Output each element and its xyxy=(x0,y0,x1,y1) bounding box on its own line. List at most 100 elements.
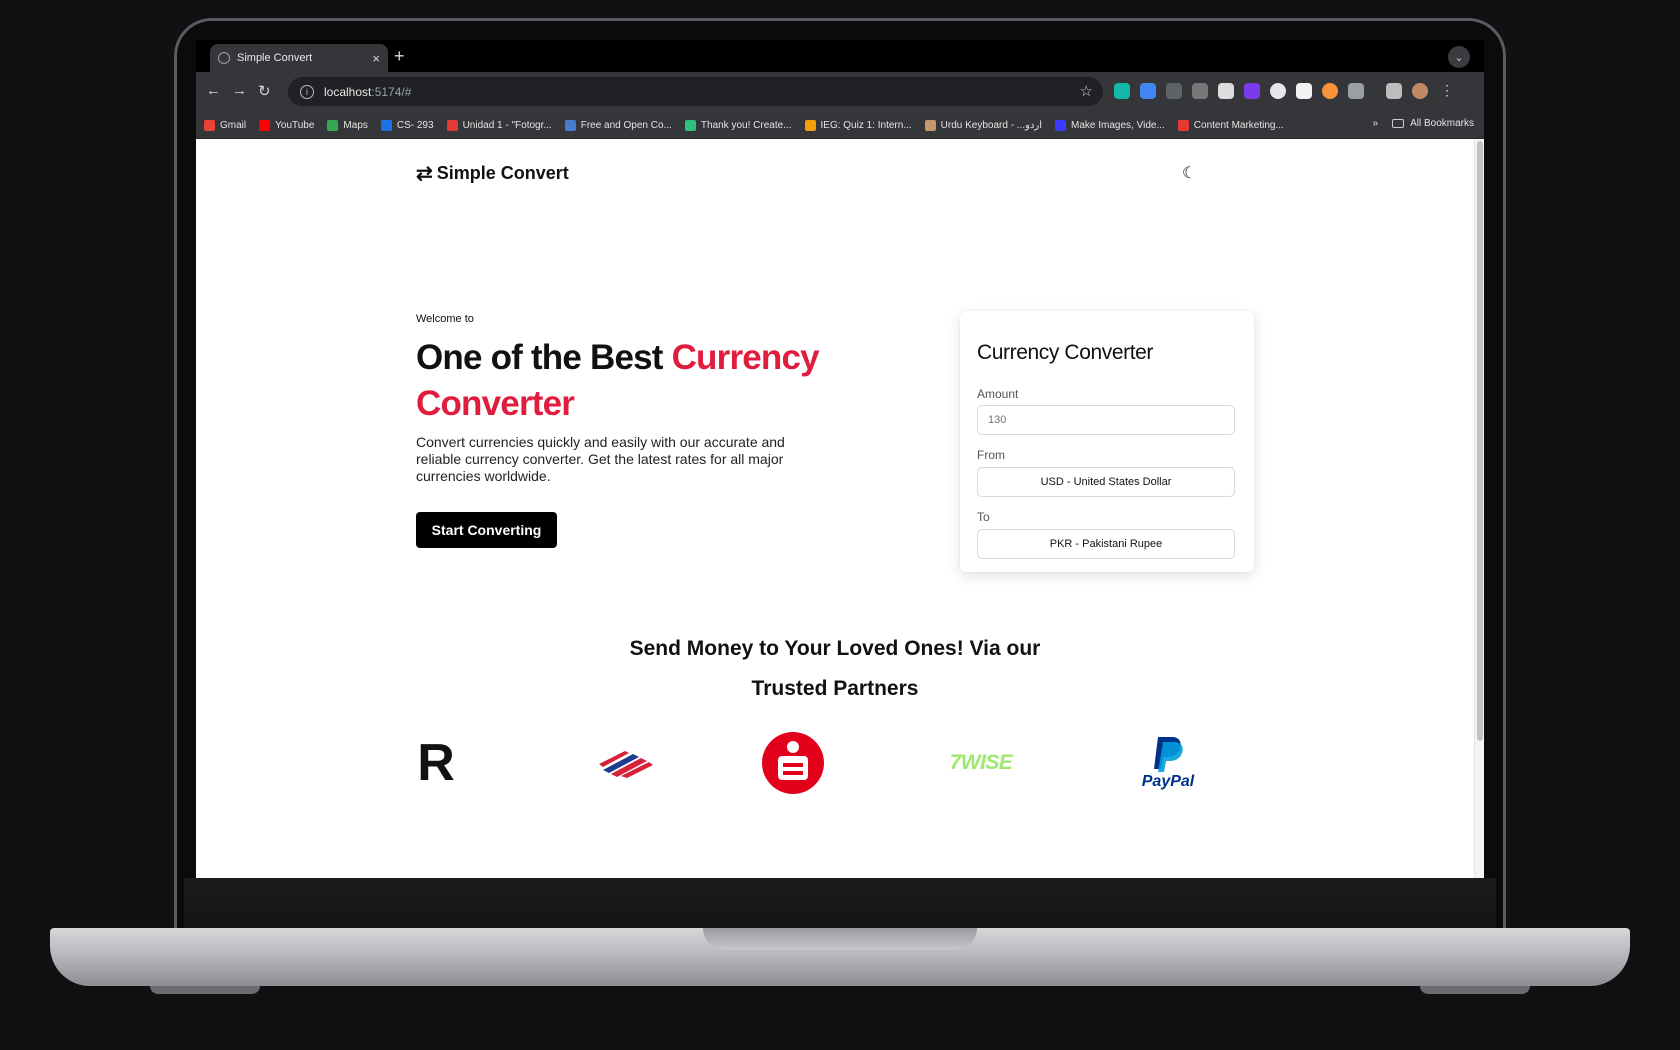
from-label: From xyxy=(977,448,1005,462)
bookmark-item[interactable]: IEG: Quiz 1: Intern... xyxy=(804,119,912,131)
url-host: localhost xyxy=(324,84,372,99)
bookmark-favicon xyxy=(804,119,816,131)
forward-icon[interactable]: → xyxy=(232,82,247,99)
bookmark-item[interactable]: Urdu Keyboard - ...اردو xyxy=(924,119,1043,131)
font-extension-icon[interactable] xyxy=(1166,83,1182,99)
hero-title-plain: One of the Best xyxy=(416,338,672,377)
paypal-p-icon xyxy=(1154,737,1183,772)
start-converting-button[interactable]: Start Converting xyxy=(416,512,557,548)
youtube-icon xyxy=(259,119,271,131)
moon-icon[interactable]: ☾ xyxy=(1182,163,1196,183)
bank-of-america-logo[interactable] xyxy=(596,733,656,793)
brand-logo[interactable]: ⇄ Simple Convert xyxy=(416,161,569,186)
bookmark-label: Make Images, Vide... xyxy=(1071,119,1165,131)
sparkasse-logo[interactable] xyxy=(761,732,825,794)
url-path: :5174/# xyxy=(371,84,412,99)
bookmark-favicon xyxy=(446,119,458,131)
grid-extension-icon[interactable] xyxy=(1244,83,1260,99)
bookmark-favicon xyxy=(1177,119,1189,131)
partners-heading-line1: Send Money to Your Loved Ones! Via our xyxy=(629,637,1041,660)
bookmark-item[interactable]: Free and Open Co... xyxy=(564,119,672,131)
partners-heading: Send Money to Your Loved Ones! Via our T… xyxy=(196,629,1474,709)
browser-toolbar: ← → ↻ i localhost:5174/# ☆ ⋮ xyxy=(196,72,1484,112)
tab-title: Simple Convert xyxy=(237,52,313,64)
web-page: ⇄ Simple Convert ☾ Welcome to One of the… xyxy=(196,139,1484,878)
camera-extension-icon[interactable] xyxy=(1296,83,1312,99)
bookmark-label: Gmail xyxy=(220,119,247,131)
tab-close-button[interactable]: × xyxy=(372,51,380,66)
bookmark-label: Free and Open Co... xyxy=(580,119,672,131)
bookmark-label: YouTube xyxy=(275,119,315,131)
bank-of-america-flag-icon xyxy=(599,751,653,778)
bookmark-item[interactable]: Maps xyxy=(327,119,368,131)
bookmark-favicon xyxy=(924,119,936,131)
profile-avatar[interactable] xyxy=(1412,83,1428,99)
amount-input[interactable] xyxy=(977,405,1235,435)
swap-arrows-icon: ⇄ xyxy=(416,163,433,185)
bookmark-label: Unidad 1 - "Fotogr... xyxy=(462,119,552,131)
tab-bar: Simple Convert × + ⌄ xyxy=(196,40,1484,72)
bookmarks-overflow-button[interactable]: » xyxy=(1373,118,1379,129)
bookmark-favicon xyxy=(684,119,696,131)
bookmark-item[interactable]: Unidad 1 - "Fotogr... xyxy=(446,119,552,131)
eyedropper-extension-icon[interactable] xyxy=(1218,83,1234,99)
address-bar[interactable]: i localhost:5174/# ☆ xyxy=(288,77,1103,106)
browser-window: Simple Convert × + ⌄ ← → ↻ i localhost:5… xyxy=(196,40,1484,878)
bookmark-item[interactable]: Thank you! Create... xyxy=(684,119,792,131)
hero-description: Convert currencies quickly and easily wi… xyxy=(416,434,785,484)
globe-icon xyxy=(218,52,230,64)
bookmarks-right: » All Bookmarks xyxy=(1373,118,1474,129)
folder-icon xyxy=(1392,119,1405,128)
bookmark-item[interactable]: CS- 293 xyxy=(380,119,434,131)
welcome-text: Welcome to xyxy=(416,313,474,325)
laptop-bezel-bottom xyxy=(184,878,1496,928)
bookmark-label: IEG: Quiz 1: Intern... xyxy=(820,119,912,131)
tab-simple-convert[interactable]: Simple Convert × xyxy=(210,44,388,72)
laptop-notch xyxy=(703,928,977,950)
scrollbar-thumb[interactable] xyxy=(1477,141,1483,741)
bookmark-item[interactable]: Content Marketing... xyxy=(1177,119,1284,131)
site-info-icon[interactable]: i xyxy=(300,84,314,99)
download-icon[interactable] xyxy=(1386,83,1402,99)
laptop-foot-right xyxy=(1420,986,1530,994)
all-bookmarks-button[interactable]: All Bookmarks xyxy=(1410,118,1474,129)
sidepanel-extension-icon[interactable] xyxy=(1192,83,1208,99)
tab-search-button[interactable]: ⌄ xyxy=(1448,46,1470,68)
from-currency-select[interactable]: USD - United States Dollar xyxy=(977,467,1235,497)
gmail-icon xyxy=(204,119,215,131)
bookmarks-bar: Gmail YouTube Maps CS- 293 Unidad 1 - "F… xyxy=(196,112,1484,139)
p-icon xyxy=(380,119,392,131)
wise-logo[interactable]: 7WISE xyxy=(946,733,1016,793)
bookmark-item[interactable]: Make Images, Vide... xyxy=(1055,119,1165,131)
bookmark-label: Content Marketing... xyxy=(1193,119,1284,131)
bookmark-favicon xyxy=(1055,119,1067,131)
back-icon[interactable]: ← xyxy=(206,82,221,99)
bookmark-label: Urdu Keyboard - ...اردو xyxy=(940,119,1043,131)
reload-icon[interactable]: ↻ xyxy=(258,82,271,100)
revolut-logo-text: R xyxy=(417,734,455,792)
extension-icon[interactable] xyxy=(1114,83,1130,99)
brand-name: Simple Convert xyxy=(436,163,569,183)
currency-converter-card: Currency Converter Amount From USD - Uni… xyxy=(960,311,1254,572)
revolut-logo[interactable]: R xyxy=(416,733,456,793)
sparkasse-icon xyxy=(762,732,824,794)
hero-title: One of the Best Currency Converter xyxy=(416,335,846,427)
puzzle-extensions-icon[interactable] xyxy=(1348,83,1364,99)
paypal-logo-text: PayPal xyxy=(1141,773,1195,790)
translate-extension-icon[interactable] xyxy=(1140,83,1156,99)
bookmark-label: Thank you! Create... xyxy=(700,119,792,131)
bookmark-item[interactable]: YouTube xyxy=(259,119,315,131)
new-tab-button[interactable]: + xyxy=(394,46,405,67)
menu-kebab-icon[interactable]: ⋮ xyxy=(1440,82,1454,99)
paypal-logo[interactable]: PayPal xyxy=(1136,733,1200,793)
to-currency-select[interactable]: PKR - Pakistani Rupee xyxy=(977,529,1235,559)
bookmark-label: CS- 293 xyxy=(396,119,434,131)
page-scrollbar[interactable] xyxy=(1474,139,1484,878)
fox-extension-icon[interactable] xyxy=(1322,83,1338,99)
bookmark-star-icon[interactable]: ☆ xyxy=(1080,82,1093,100)
laptop-mockup: Simple Convert × + ⌄ ← → ↻ i localhost:5… xyxy=(0,0,1680,1050)
ghost-extension-icon[interactable] xyxy=(1270,83,1286,99)
laptop-foot-left xyxy=(150,986,260,994)
bookmark-item[interactable]: Gmail xyxy=(204,119,247,131)
bookmark-favicon xyxy=(564,119,576,131)
